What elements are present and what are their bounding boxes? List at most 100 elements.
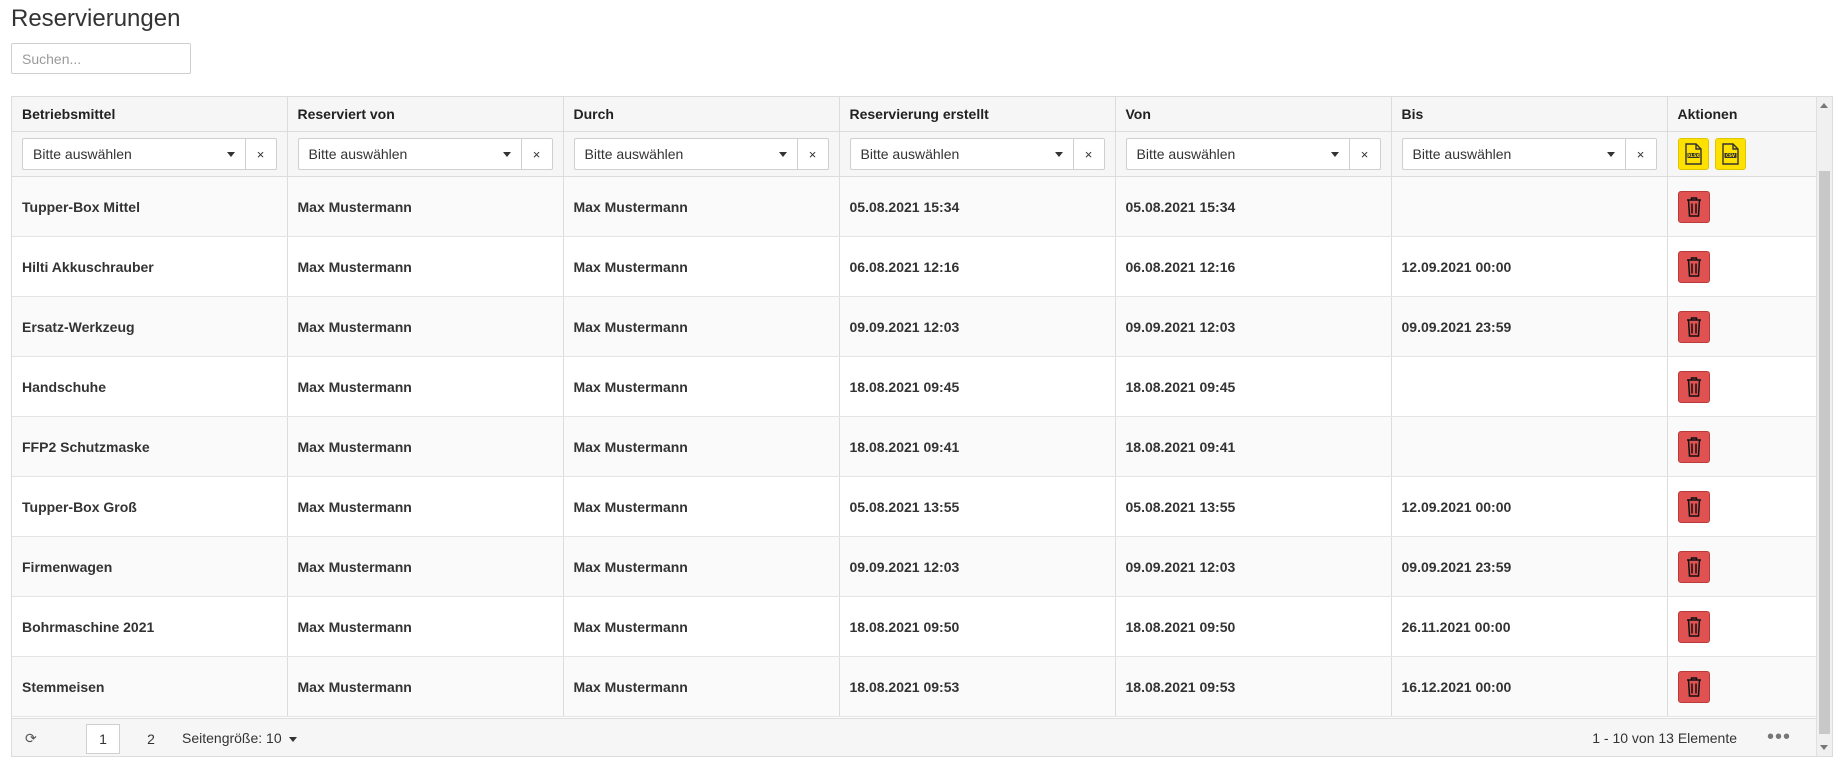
cell-von: 18.08.2021 09:45 — [1115, 356, 1392, 417]
cell-reserviert-von: Max Mustermann — [287, 476, 564, 537]
cell-von: 09.09.2021 12:03 — [1115, 536, 1392, 597]
filter-clear-button[interactable]: × — [245, 138, 277, 170]
refresh-icon[interactable]: ⟳ — [25, 730, 37, 747]
cell-durch: Max Mustermann — [563, 536, 840, 597]
vertical-scrollbar[interactable] — [1816, 97, 1832, 756]
column-header-betriebsmittel[interactable]: Betriebsmittel — [12, 97, 288, 132]
cell-reserviert-von: Max Mustermann — [287, 596, 564, 657]
cell-reservierung-erstellt: 09.09.2021 12:03 — [839, 536, 1116, 597]
cell-bis: 09.09.2021 23:59 — [1391, 296, 1668, 357]
page-size-label: Seitengröße: 10 — [182, 730, 282, 746]
cell-von: 18.08.2021 09:53 — [1115, 656, 1392, 717]
cell-reserviert-von: Max Mustermann — [287, 176, 564, 237]
filter-row: Bitte auswählen × Bitte auswählen × Bitte … — [12, 131, 1817, 177]
filter-dropdown-betriebsmittel[interactable]: Bitte auswählen — [22, 138, 246, 170]
trash-icon — [1686, 196, 1701, 217]
reservations-grid: Betriebsmittel Reserviert von Durch Rese… — [11, 96, 1833, 757]
scrollbar-thumb[interactable] — [1819, 171, 1830, 734]
table-row[interactable]: Handschuhe Max Mustermann Max Mustermann… — [12, 356, 1817, 417]
filter-clear-button[interactable]: × — [1625, 138, 1657, 170]
column-header-bis[interactable]: Bis — [1391, 97, 1668, 132]
caret-down-icon — [226, 152, 235, 157]
cell-von: 18.08.2021 09:41 — [1115, 416, 1392, 477]
caret-down-icon — [502, 152, 511, 157]
cell-reservierung-erstellt: 05.08.2021 13:55 — [839, 476, 1116, 537]
search-input[interactable] — [11, 43, 191, 74]
column-header-aktionen: Aktionen — [1667, 97, 1817, 132]
column-header-durch[interactable]: Durch — [563, 97, 840, 132]
table-row[interactable]: Firmenwagen Max Mustermann Max Musterman… — [12, 536, 1817, 597]
cell-bis: 26.11.2021 00:00 — [1391, 596, 1668, 657]
filter-dropdown-durch[interactable]: Bitte auswählen — [573, 138, 798, 170]
cell-reservierung-erstellt: 18.08.2021 09:45 — [839, 356, 1116, 417]
filter-clear-button[interactable]: × — [1349, 138, 1381, 170]
caret-down-icon — [778, 152, 787, 157]
more-icon[interactable]: ••• — [1767, 726, 1791, 749]
delete-button[interactable] — [1677, 490, 1710, 523]
svg-text:CSV: CSV — [1726, 153, 1736, 158]
delete-button[interactable] — [1677, 370, 1710, 403]
cell-bis — [1391, 356, 1668, 417]
table-row[interactable]: Bohrmaschine 2021 Max Mustermann Max Mus… — [12, 596, 1817, 657]
column-header-reservierung-erstellt[interactable]: Reservierung erstellt — [839, 97, 1116, 132]
delete-button[interactable] — [1677, 310, 1710, 343]
page-button-2[interactable]: 2 — [134, 724, 168, 754]
trash-icon — [1686, 496, 1701, 517]
trash-icon — [1686, 676, 1701, 697]
trash-icon — [1686, 556, 1701, 577]
cell-reservierung-erstellt: 05.08.2021 15:34 — [839, 176, 1116, 237]
pager: ⟳ 1 2 Seitengröße: 10 1 - 10 von 13 Elem… — [12, 718, 1817, 756]
cell-bis: 12.09.2021 00:00 — [1391, 236, 1668, 297]
excel-export-button[interactable]: XLSX — [1677, 138, 1709, 170]
caret-down-icon — [1054, 152, 1063, 157]
page-size-dropdown[interactable]: Seitengröße: 10 — [182, 730, 297, 746]
delete-button[interactable] — [1677, 190, 1710, 223]
table-row[interactable]: FFP2 Schutzmaske Max Mustermann Max Must… — [12, 416, 1817, 477]
filter-dropdown-reservierung-erstellt[interactable]: Bitte auswählen — [849, 138, 1074, 170]
delete-button[interactable] — [1677, 610, 1710, 643]
filter-dropdown-reserviert-von[interactable]: Bitte auswählen — [297, 138, 522, 170]
page-button-1[interactable]: 1 — [86, 724, 120, 754]
column-header-reserviert-von[interactable]: Reserviert von — [287, 97, 564, 132]
filter-clear-button[interactable]: × — [797, 138, 829, 170]
cell-reserviert-von: Max Mustermann — [287, 536, 564, 597]
pager-range-text: 1 - 10 von 13 Elemente — [1592, 730, 1737, 746]
cell-reserviert-von: Max Mustermann — [287, 416, 564, 477]
filter-dropdown-bis[interactable]: Bitte auswählen — [1401, 138, 1626, 170]
excel-export-icon: XLSX — [1685, 143, 1702, 165]
table-row[interactable]: Stemmeisen Max Mustermann Max Mustermann… — [12, 656, 1817, 717]
cell-betriebsmittel: FFP2 Schutzmaske — [12, 416, 288, 477]
table-row[interactable]: Tupper-Box Groß Max Mustermann Max Muste… — [12, 476, 1817, 537]
filter-clear-button[interactable]: × — [521, 138, 553, 170]
filter-clear-button[interactable]: × — [1073, 138, 1105, 170]
csv-export-button[interactable]: CSV — [1714, 138, 1746, 170]
caret-down-icon — [1330, 152, 1339, 157]
cell-betriebsmittel: Stemmeisen — [12, 656, 288, 717]
cell-reserviert-von: Max Mustermann — [287, 296, 564, 357]
reservations-table: Betriebsmittel Reserviert von Durch Rese… — [12, 97, 1817, 717]
cell-bis — [1391, 416, 1668, 477]
delete-button[interactable] — [1677, 250, 1710, 283]
cell-von: 05.08.2021 13:55 — [1115, 476, 1392, 537]
filter-dropdown-von[interactable]: Bitte auswählen — [1125, 138, 1350, 170]
table-row[interactable]: Tupper-Box Mittel Max Mustermann Max Mus… — [12, 176, 1817, 237]
svg-text:XLSX: XLSX — [1688, 153, 1700, 158]
cell-durch: Max Mustermann — [563, 356, 840, 417]
cell-reserviert-von: Max Mustermann — [287, 236, 564, 297]
scroll-down-icon[interactable] — [1820, 745, 1828, 750]
delete-button[interactable] — [1677, 670, 1710, 703]
cell-bis: 12.09.2021 00:00 — [1391, 476, 1668, 537]
cell-reservierung-erstellt: 18.08.2021 09:53 — [839, 656, 1116, 717]
delete-button[interactable] — [1677, 550, 1710, 583]
delete-button[interactable] — [1677, 430, 1710, 463]
cell-betriebsmittel: Ersatz-Werkzeug — [12, 296, 288, 357]
cell-betriebsmittel: Tupper-Box Mittel — [12, 176, 288, 237]
column-header-von[interactable]: Von — [1115, 97, 1392, 132]
cell-durch: Max Mustermann — [563, 416, 840, 477]
scroll-up-icon[interactable] — [1820, 103, 1828, 108]
table-row[interactable]: Hilti Akkuschrauber Max Mustermann Max M… — [12, 236, 1817, 297]
table-row[interactable]: Ersatz-Werkzeug Max Mustermann Max Muste… — [12, 296, 1817, 357]
cell-von: 18.08.2021 09:50 — [1115, 596, 1392, 657]
cell-reservierung-erstellt: 18.08.2021 09:50 — [839, 596, 1116, 657]
cell-betriebsmittel: Handschuhe — [12, 356, 288, 417]
